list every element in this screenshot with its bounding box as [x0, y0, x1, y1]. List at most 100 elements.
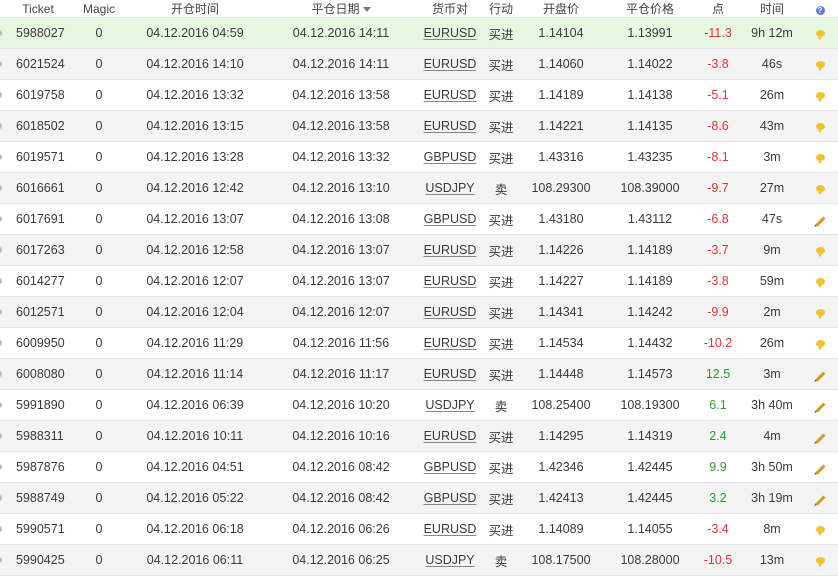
cell-note[interactable]	[802, 420, 838, 452]
cell-note[interactable]	[802, 110, 838, 142]
cell-symbol[interactable]: EURUSD	[414, 110, 486, 142]
comment-icon[interactable]	[815, 92, 825, 102]
comment-icon[interactable]	[815, 154, 825, 164]
cell-note[interactable]	[802, 265, 838, 297]
comment-icon[interactable]	[815, 526, 825, 536]
table-row[interactable]: 6017691 0 04.12.2016 13:07 04.12.2016 13:08…	[0, 203, 838, 235]
table-row[interactable]: 6016661 0 04.12.2016 12:42 04.12.2016 13:10…	[0, 172, 838, 204]
table-row[interactable]: 5988027 0 04.12.2016 04:59 04.12.2016 14:11…	[0, 17, 838, 49]
edit-icon[interactable]	[815, 402, 825, 413]
header-symbol[interactable]: 货币对	[414, 0, 486, 18]
table-row[interactable]: 5990425 0 04.12.2016 06:11 04.12.2016 06:25…	[0, 544, 838, 576]
header-magic[interactable]: Magic	[76, 0, 122, 18]
table-row[interactable]: 6021524 0 04.12.2016 14:10 04.12.2016 14:11…	[0, 48, 838, 80]
cell-note[interactable]	[802, 79, 838, 111]
cell-note[interactable]	[802, 17, 838, 49]
symbol-link[interactable]: USDJPY	[425, 398, 474, 412]
cell-symbol[interactable]: EURUSD	[414, 327, 486, 359]
header-ticket[interactable]: Ticket	[0, 0, 76, 18]
symbol-link[interactable]: EURUSD	[424, 57, 477, 71]
table-row[interactable]: 5990571 0 04.12.2016 06:18 04.12.2016 06:26…	[0, 513, 838, 545]
edit-icon[interactable]	[815, 433, 825, 444]
cell-symbol[interactable]: GBPUSD	[414, 451, 486, 483]
symbol-link[interactable]: USDJPY	[425, 553, 474, 567]
cell-symbol[interactable]: EURUSD	[414, 79, 486, 111]
edit-icon[interactable]	[815, 371, 825, 382]
table-row[interactable]: 6019758 0 04.12.2016 13:32 04.12.2016 13:58…	[0, 79, 838, 111]
edit-icon[interactable]	[815, 216, 825, 227]
comment-icon[interactable]	[815, 557, 825, 567]
cell-note[interactable]	[802, 327, 838, 359]
cell-symbol[interactable]: EURUSD	[414, 265, 486, 297]
header-close-price[interactable]: 平仓价格	[606, 0, 694, 18]
cell-note[interactable]	[802, 296, 838, 328]
table-row[interactable]: 6017263 0 04.12.2016 12:58 04.12.2016 13:07…	[0, 234, 838, 266]
symbol-link[interactable]: GBPUSD	[424, 212, 477, 226]
symbol-link[interactable]: EURUSD	[424, 88, 477, 102]
cell-symbol[interactable]: EURUSD	[414, 358, 486, 390]
symbol-link[interactable]: EURUSD	[424, 305, 477, 319]
table-row[interactable]: 6009950 0 04.12.2016 11:29 04.12.2016 11:56…	[0, 327, 838, 359]
comment-icon[interactable]	[815, 61, 825, 71]
symbol-link[interactable]: EURUSD	[424, 26, 477, 40]
cell-note[interactable]	[802, 358, 838, 390]
symbol-link[interactable]: GBPUSD	[424, 460, 477, 474]
header-close-date[interactable]: 平仓日期	[268, 0, 414, 18]
comment-icon[interactable]	[815, 309, 825, 319]
cell-symbol[interactable]: GBPUSD	[414, 203, 486, 235]
cell-symbol[interactable]: USDJPY	[414, 389, 486, 421]
comment-icon[interactable]	[815, 123, 825, 133]
edit-icon[interactable]	[815, 464, 825, 475]
help-icon[interactable]: ?	[815, 5, 825, 15]
header-points[interactable]: 点	[694, 0, 742, 18]
cell-symbol[interactable]: GBPUSD	[414, 141, 486, 173]
cell-note[interactable]	[802, 482, 838, 514]
header-open-time[interactable]: 开仓时间	[122, 0, 268, 18]
symbol-link[interactable]: EURUSD	[424, 119, 477, 133]
cell-symbol[interactable]: EURUSD	[414, 48, 486, 80]
table-row[interactable]: 5987876 0 04.12.2016 04:51 04.12.2016 08:42…	[0, 451, 838, 483]
header-help[interactable]: ?	[802, 0, 838, 18]
symbol-link[interactable]: EURUSD	[424, 522, 477, 536]
cell-symbol[interactable]: USDJPY	[414, 544, 486, 576]
header-duration[interactable]: 时间	[742, 0, 802, 18]
header-action[interactable]: 行动	[486, 0, 516, 18]
table-row[interactable]: 6014277 0 04.12.2016 12:07 04.12.2016 13:07…	[0, 265, 838, 297]
cell-symbol[interactable]: EURUSD	[414, 296, 486, 328]
comment-icon[interactable]	[815, 30, 825, 40]
table-row[interactable]: 6008080 0 04.12.2016 11:14 04.12.2016 11:17…	[0, 358, 838, 390]
table-row[interactable]: 6018502 0 04.12.2016 13:15 04.12.2016 13:58…	[0, 110, 838, 142]
symbol-link[interactable]: EURUSD	[424, 274, 477, 288]
header-open-price[interactable]: 开盘价	[516, 0, 606, 18]
symbol-link[interactable]: USDJPY	[425, 181, 474, 195]
cell-symbol[interactable]: GBPUSD	[414, 482, 486, 514]
cell-symbol[interactable]: USDJPY	[414, 172, 486, 204]
comment-icon[interactable]	[815, 340, 825, 350]
cell-note[interactable]	[802, 203, 838, 235]
symbol-link[interactable]: GBPUSD	[424, 150, 477, 164]
symbol-link[interactable]: EURUSD	[424, 336, 477, 350]
table-row[interactable]: 6019571 0 04.12.2016 13:28 04.12.2016 13:32…	[0, 141, 838, 173]
symbol-link[interactable]: EURUSD	[424, 367, 477, 381]
table-row[interactable]: 6012571 0 04.12.2016 12:04 04.12.2016 12:07…	[0, 296, 838, 328]
cell-symbol[interactable]: EURUSD	[414, 420, 486, 452]
edit-icon[interactable]	[815, 495, 825, 506]
table-row[interactable]: 5988311 0 04.12.2016 10:11 04.12.2016 10:16…	[0, 420, 838, 452]
symbol-link[interactable]: EURUSD	[424, 429, 477, 443]
cell-note[interactable]	[802, 234, 838, 266]
cell-note[interactable]	[802, 451, 838, 483]
comment-icon[interactable]	[815, 247, 825, 257]
cell-symbol[interactable]: EURUSD	[414, 513, 486, 545]
cell-note[interactable]	[802, 48, 838, 80]
cell-symbol[interactable]: EURUSD	[414, 234, 486, 266]
symbol-link[interactable]: GBPUSD	[424, 491, 477, 505]
table-row[interactable]: 5988749 0 04.12.2016 05:22 04.12.2016 08:42…	[0, 482, 838, 514]
cell-note[interactable]	[802, 544, 838, 576]
cell-note[interactable]	[802, 141, 838, 173]
comment-icon[interactable]	[815, 185, 825, 195]
symbol-link[interactable]: EURUSD	[424, 243, 477, 257]
cell-note[interactable]	[802, 172, 838, 204]
cell-note[interactable]	[802, 389, 838, 421]
cell-note[interactable]	[802, 513, 838, 545]
table-row[interactable]: 5991890 0 04.12.2016 06:39 04.12.2016 10:20…	[0, 389, 838, 421]
